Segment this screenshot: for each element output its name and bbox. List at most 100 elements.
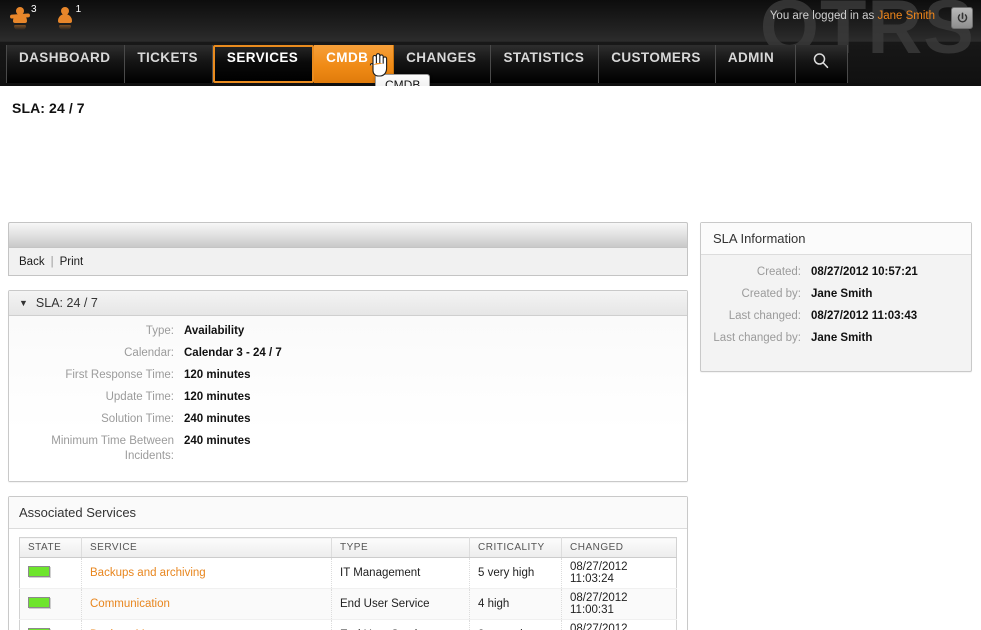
power-icon [956, 12, 969, 25]
nav-label-cmdb: CMDB [326, 50, 368, 65]
nav-item-dashboard[interactable]: Dashboard [6, 45, 125, 83]
field-row-calendar: Calendar: Calendar 3 - 24 / 7 [9, 346, 687, 361]
field-value-first-response-time: 120 minutes [184, 368, 687, 383]
associated-services-table-wrap: State Service Type Criticality Changed B… [9, 529, 687, 630]
nav-label-changes: Changes [406, 50, 476, 65]
nav-item-statistics[interactable]: Statistics [491, 45, 599, 83]
field-label-type: Type: [9, 324, 184, 339]
agent-online-icon [10, 4, 30, 32]
sla-details-title: SLA: 24 / 7 [36, 296, 98, 310]
sla-information-body: Created: 08/27/2012 10:57:21 Created by:… [701, 255, 971, 371]
field-label-update-time: Update Time: [9, 390, 184, 405]
logged-in-user-name[interactable]: Jane Smith [877, 10, 935, 22]
nav-label-customers: Customers [611, 50, 701, 65]
info-row-created: Created: 08/27/2012 10:57:21 [701, 265, 971, 280]
sidebar-column: SLA Information Created: 08/27/2012 10:5… [700, 222, 972, 372]
field-label-first-response-time: First Response Time: [9, 368, 184, 383]
nav-item-admin[interactable]: Admin [716, 45, 796, 83]
print-link[interactable]: Print [60, 256, 84, 268]
nav-label-dashboard: Dashboard [19, 50, 110, 65]
sla-details-widget: ▼ SLA: 24 / 7 Type: Availability Calenda… [8, 290, 688, 482]
sla-details-body: Type: Availability Calendar: Calendar 3 … [9, 316, 687, 481]
field-value-solution-time: 240 minutes [184, 412, 687, 427]
service-link[interactable]: Backups and archiving [90, 567, 206, 579]
action-links-row: Back | Print [8, 248, 688, 276]
cell-type: End User Service [332, 620, 470, 630]
info-label-created-by: Created by: [701, 287, 811, 302]
cell-criticality: 4 high [470, 589, 562, 620]
field-row-min-time-between-incidents: Minimum Time Between Incidents: 240 minu… [9, 434, 687, 464]
cell-changed: 08/27/2012 11:03:24 [562, 558, 677, 589]
nav-label-services: Services [227, 50, 298, 65]
state-indicator-icon [28, 566, 50, 577]
info-label-last-changed: Last changed: [701, 309, 811, 324]
page-body: SLA: 24 / 7 Back | Print ▼ SLA: 24 / 7 T… [0, 86, 981, 116]
table-body: Backups and archivingIT Management5 very… [20, 558, 677, 630]
table-row[interactable]: Desktop ManagementEnd User Service3 norm… [20, 620, 677, 630]
field-label-calendar: Calendar: [9, 346, 184, 361]
cell-criticality: 5 very high [470, 558, 562, 589]
cell-service: Communication [82, 589, 332, 620]
customer-online-count: 1 [76, 5, 82, 15]
action-separator: | [51, 256, 54, 268]
sla-information-widget: SLA Information Created: 08/27/2012 10:5… [700, 222, 972, 372]
field-value-min-time-between-incidents: 240 minutes [184, 434, 687, 464]
agent-online-count: 3 [31, 5, 37, 15]
info-row-last-changed-by: Last changed by: Jane Smith [701, 331, 971, 346]
info-value-created: 08/27/2012 10:57:21 [811, 265, 971, 280]
page-title: SLA: 24 / 7 [0, 86, 981, 116]
info-value-last-changed-by: Jane Smith [811, 331, 971, 346]
cell-service: Desktop Management [82, 620, 332, 630]
field-row-type: Type: Availability [9, 324, 687, 339]
cell-criticality: 3 normal [470, 620, 562, 630]
field-row-first-response-time: First Response Time: 120 minutes [9, 368, 687, 383]
table-row[interactable]: Communication End User Service4 high08/27… [20, 589, 677, 620]
customer-online-icon [55, 4, 75, 32]
service-link[interactable]: Communication [90, 598, 170, 610]
field-value-update-time: 120 minutes [184, 390, 687, 405]
nav-item-customers[interactable]: Customers [599, 45, 716, 83]
info-row-created-by: Created by: Jane Smith [701, 287, 971, 302]
associated-services-table: State Service Type Criticality Changed B… [19, 537, 677, 630]
application-window: OTRS 3 1 You are logged in as Jane Smith [0, 0, 981, 630]
column-header-state[interactable]: State [20, 538, 82, 558]
cell-changed: 08/27/2012 11:00:31 [562, 589, 677, 620]
field-row-update-time: Update Time: 120 minutes [9, 390, 687, 405]
field-value-type: Availability [184, 324, 687, 339]
field-label-min-time-between-incidents: Minimum Time Between Incidents: [9, 434, 184, 464]
info-row-last-changed: Last changed: 08/27/2012 11:03:43 [701, 309, 971, 324]
cell-type: End User Service [332, 589, 470, 620]
sla-information-title: SLA Information [701, 223, 971, 255]
nav-label-admin: Admin [728, 50, 774, 65]
action-bar-top [8, 222, 688, 248]
column-header-changed[interactable]: Changed [562, 538, 677, 558]
agent-online-indicator[interactable]: 3 [10, 4, 37, 32]
cell-changed: 08/27/2012 11:02:50 [562, 620, 677, 630]
logout-button[interactable] [951, 7, 973, 29]
search-icon [811, 51, 831, 71]
nav-item-services[interactable]: Services [213, 45, 314, 83]
page-header: OTRS 3 1 You are logged in as Jane Smith [0, 0, 981, 86]
table-row[interactable]: Backups and archivingIT Management5 very… [20, 558, 677, 589]
triangle-down-icon[interactable]: ▼ [19, 299, 28, 308]
nav-tooltip-cmdb: CMDB [375, 74, 430, 86]
field-row-solution-time: Solution Time: 240 minutes [9, 412, 687, 427]
nav-item-tickets[interactable]: Tickets [125, 45, 213, 83]
nav-label-tickets: Tickets [137, 50, 198, 65]
back-link[interactable]: Back [19, 256, 45, 268]
info-value-created-by: Jane Smith [811, 287, 971, 302]
associated-services-title: Associated Services [19, 505, 136, 520]
sla-details-header[interactable]: ▼ SLA: 24 / 7 [9, 291, 687, 316]
nav-label-statistics: Statistics [503, 50, 584, 65]
field-value-calendar: Calendar 3 - 24 / 7 [184, 346, 687, 361]
main-column: Back | Print ▼ SLA: 24 / 7 Type: Availab… [8, 222, 688, 630]
state-indicator-icon [28, 597, 50, 608]
table-header: State Service Type Criticality Changed [20, 538, 677, 558]
customer-online-indicator[interactable]: 1 [55, 4, 82, 32]
column-header-criticality[interactable]: Criticality [470, 538, 562, 558]
nav-item-search[interactable] [796, 45, 848, 83]
field-label-solution-time: Solution Time: [9, 412, 184, 427]
table-header-row: State Service Type Criticality Changed [20, 538, 677, 558]
column-header-type[interactable]: Type [332, 538, 470, 558]
column-header-service[interactable]: Service [82, 538, 332, 558]
